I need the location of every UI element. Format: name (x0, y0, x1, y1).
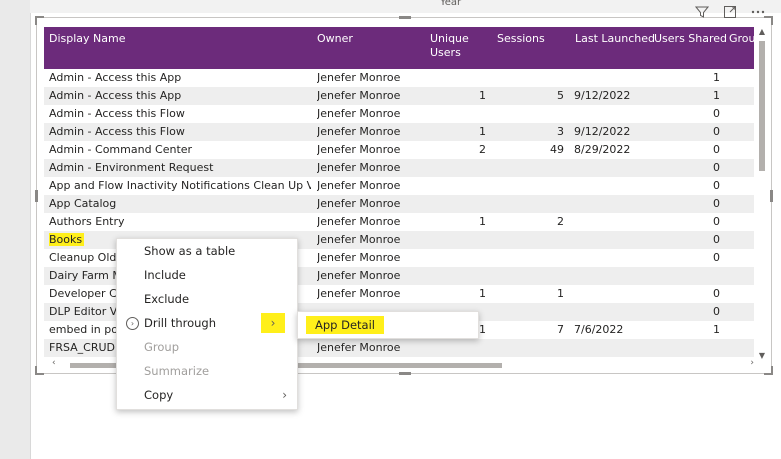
resize-handle-right[interactable] (770, 190, 773, 202)
scroll-up-icon[interactable]: ▲ (757, 27, 767, 36)
menu-item-copy[interactable]: Copy › (117, 383, 297, 407)
table-row[interactable]: App Catalog Jenefer Monroe 0 (44, 195, 754, 213)
vertical-scrollbar[interactable]: ▲ ▼ (757, 27, 767, 360)
resize-handle-bottom-right[interactable] (764, 366, 773, 375)
focus-mode-icon[interactable] (723, 5, 737, 23)
resize-handle-bottom-left[interactable] (35, 366, 44, 375)
scroll-right-icon[interactable]: › (750, 358, 754, 368)
resize-handle-top-left[interactable] (35, 16, 44, 25)
more-options-icon[interactable] (751, 5, 765, 23)
table-row[interactable]: App and Flow Inactivity Notifications Cl… (44, 177, 754, 195)
table-row[interactable]: Admin - Command Center Jenefer Monroe 2 … (44, 141, 754, 159)
menu-item-group: Group (144, 340, 180, 354)
menu-item-drill-through[interactable]: › Drill through › (117, 311, 297, 335)
year-label: Year (440, 0, 462, 8)
menu-item-exclude[interactable]: Exclude (117, 287, 297, 311)
vertical-scroll-thumb[interactable] (759, 41, 765, 171)
chevron-right-icon: › (282, 388, 287, 402)
highlighted-cell-books[interactable]: Books (49, 233, 85, 246)
table-row[interactable]: Admin - Access this Flow Jenefer Monroe … (44, 105, 754, 123)
table-row[interactable]: Authors Entry Jenefer Monroe 1 2 0 (44, 213, 754, 231)
table-row[interactable]: Admin - Access this App Jenefer Monroe 1… (44, 87, 754, 105)
col-header-owner[interactable]: Owner (317, 32, 353, 46)
col-header-last-launched[interactable]: Last Launched (575, 32, 655, 46)
resize-handle-top[interactable] (399, 16, 411, 19)
table-row[interactable]: Admin - Environment Request Jenefer Monr… (44, 159, 754, 177)
scroll-down-icon[interactable]: ▼ (757, 351, 767, 360)
filter-icon[interactable] (694, 5, 710, 23)
chevron-right-icon: › (261, 313, 285, 333)
table-row[interactable]: Admin - Access this App Jenefer Monroe 1 (44, 69, 754, 87)
resize-handle-top-right[interactable] (764, 16, 773, 25)
col-header-group[interactable]: Group (729, 32, 754, 46)
resize-handle-bottom[interactable] (399, 372, 411, 375)
resize-handle-left[interactable] (35, 190, 38, 202)
scroll-left-icon[interactable]: ‹ (52, 358, 56, 368)
drill-through-submenu: App Detail (297, 311, 479, 339)
drill-through-icon: › (126, 317, 139, 330)
table-row[interactable]: Admin - Access this Flow Jenefer Monroe … (44, 123, 754, 141)
menu-item-show-as-table[interactable]: Show as a table (117, 239, 297, 263)
table-header-row: Display Name Owner Unique Users Sessions… (44, 27, 754, 69)
col-header-unique-users[interactable]: Unique Users (430, 32, 470, 60)
context-menu: Show as a table Include Exclude › Drill … (116, 238, 298, 410)
left-pane (0, 0, 31, 459)
submenu-item-app-detail[interactable]: App Detail (306, 316, 384, 334)
col-header-users-shared[interactable]: Users Shared (654, 32, 727, 46)
visual-header-icons (694, 5, 765, 23)
col-header-display-name[interactable]: Display Name (49, 32, 126, 46)
menu-item-summarize: Summarize (144, 364, 210, 378)
top-visual-strip: Year (30, 0, 781, 13)
menu-item-include[interactable]: Include (117, 263, 297, 287)
col-header-sessions[interactable]: Sessions (497, 32, 545, 46)
